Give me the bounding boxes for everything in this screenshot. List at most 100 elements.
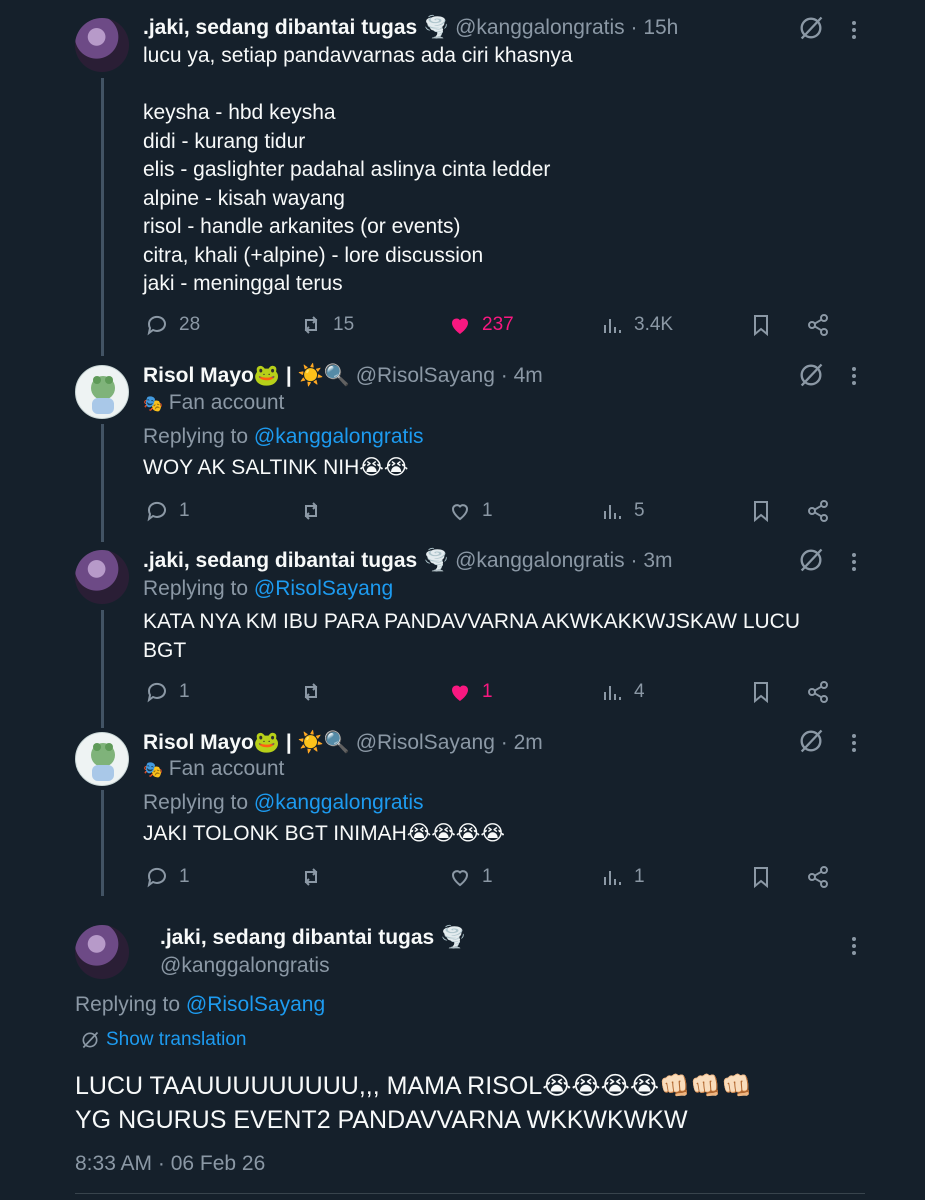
mention-link[interactable]: @RisolSayang: [254, 577, 393, 600]
tweet-line: didi - kurang tidur: [143, 129, 306, 153]
grok-icon[interactable]: [797, 361, 825, 389]
reply-button[interactable]: 1: [145, 677, 190, 707]
replying-to: Replying to @RisolSayang: [143, 576, 393, 602]
thread-line: [101, 424, 104, 542]
mention-link[interactable]: @kanggalongratis: [254, 791, 424, 814]
post-time[interactable]: · 2m: [501, 731, 543, 754]
repost-button[interactable]: [299, 677, 333, 707]
heart-icon: [451, 504, 469, 521]
avatar[interactable]: [75, 550, 129, 604]
avatar[interactable]: [75, 365, 129, 419]
like-count: 1: [482, 681, 493, 702]
more-options-icon[interactable]: [844, 729, 864, 757]
reply-icon: [147, 867, 166, 888]
user-handle[interactable]: @kanggalongratis: [455, 549, 625, 572]
reply-icon: [147, 501, 166, 522]
tweet-line: lucu ya, setiap pandavvarnas ada ciri kh…: [143, 44, 573, 67]
more-options-icon[interactable]: [844, 16, 864, 44]
display-name[interactable]: Risol Mayo🐸 | ☀️🔍: [143, 731, 350, 754]
tweet-text: WOY AK SALTINK NIH😭😭: [143, 454, 843, 483]
replying-prefix: Replying to: [143, 425, 254, 448]
repost-button[interactable]: [299, 862, 333, 892]
bookmark-icon[interactable]: [749, 499, 773, 523]
display-name[interactable]: Risol Mayo🐸 | ☀️🔍: [143, 364, 350, 387]
like-button[interactable]: 1: [448, 862, 493, 892]
share-icon[interactable]: [806, 680, 830, 704]
replying-to: Replying to @kanggalongratis: [143, 790, 424, 816]
repost-button[interactable]: 15: [299, 310, 354, 340]
grok-icon[interactable]: [797, 727, 825, 755]
more-options-icon[interactable]: [844, 932, 864, 960]
like-button[interactable]: 237: [448, 310, 514, 340]
views-button[interactable]: 4: [600, 677, 645, 707]
avatar[interactable]: [75, 925, 129, 979]
tweet-line: JAKI TOLONK BGT INIMAH😭😭😭😭: [143, 822, 505, 845]
reply-button[interactable]: 28: [145, 310, 200, 340]
bookmark-icon[interactable]: [749, 865, 773, 889]
user-handle[interactable]: @kanggalongratis: [455, 16, 625, 39]
tweet-line: elis - gaslighter padahal aslinya cinta …: [143, 158, 551, 181]
tweet-actions: 28 15 237 3.4K: [143, 310, 843, 340]
replying-prefix: Replying to: [143, 791, 254, 814]
like-button[interactable]: 1: [448, 677, 493, 707]
tweet-line: citra, khali (+alpine) - lore discussion: [143, 243, 484, 267]
tweet-actions: 1 1 1: [143, 862, 843, 892]
mask-icon: 🎭: [143, 396, 163, 413]
label-text: Fan account: [168, 757, 285, 780]
view-count: 5: [634, 500, 645, 521]
reply-count: 28: [179, 314, 201, 335]
mention-link[interactable]: @RisolSayang: [186, 993, 325, 1016]
reply-button[interactable]: 1: [145, 496, 190, 526]
display-name[interactable]: .jaki, sedang dibantai tugas 🌪️: [143, 16, 449, 39]
translate-icon: [82, 1031, 99, 1049]
analytics-icon: [604, 871, 621, 885]
avatar[interactable]: [75, 18, 129, 72]
frog-avatar-icon: [91, 376, 115, 414]
share-icon[interactable]: [806, 313, 830, 337]
tweet-text: KATA NYA KM IBU PARA PANDAVVARNA AKWKAKK…: [143, 608, 843, 665]
reply-button[interactable]: 1: [145, 862, 190, 892]
tweet-line: WOY AK SALTINK NIH😭😭: [143, 456, 409, 479]
repost-icon: [304, 683, 318, 701]
bookmark-icon[interactable]: [749, 313, 773, 337]
repost-icon: [304, 316, 318, 334]
share-icon[interactable]: [806, 865, 830, 889]
grok-icon[interactable]: [797, 14, 825, 42]
user-handle[interactable]: @kanggalongratis: [160, 953, 466, 979]
display-name[interactable]: .jaki, sedang dibantai tugas 🌪️: [143, 549, 449, 572]
display-name[interactable]: .jaki, sedang dibantai tugas 🌪️: [160, 925, 466, 951]
tweet-line: alpine - kisah wayang: [143, 186, 345, 210]
mask-icon: 🎭: [143, 762, 163, 779]
more-options-icon[interactable]: [844, 362, 864, 390]
fan-account-label: 🎭 Fan account: [143, 756, 284, 784]
avatar[interactable]: [75, 732, 129, 786]
post-time[interactable]: · 4m: [501, 364, 543, 387]
user-handle[interactable]: @RisolSayang: [356, 731, 495, 754]
tweet-line: KATA NYA KM IBU PARA PANDAVVARNA AKWKAKK…: [143, 610, 800, 633]
reply-count: 1: [179, 681, 190, 702]
like-button[interactable]: 1: [448, 496, 493, 526]
replying-prefix: Replying to: [143, 577, 254, 600]
divider: [75, 1193, 865, 1194]
post-time[interactable]: · 15h: [631, 16, 679, 39]
user-handle[interactable]: @RisolSayang: [356, 364, 495, 387]
grok-icon[interactable]: [797, 546, 825, 574]
tweet-line: risol - handle arkanites (or events): [143, 215, 461, 238]
views-button[interactable]: 1: [600, 862, 645, 892]
tweet-line: YG NGURUS EVENT2 PANDAVVARNA WKKWKWKW: [75, 1106, 688, 1134]
views-button[interactable]: 3.4K: [600, 310, 673, 340]
post-time[interactable]: · 3m: [631, 549, 673, 572]
reply-count: 1: [179, 866, 190, 887]
analytics-icon: [604, 686, 621, 700]
show-translation-button[interactable]: Show translation: [80, 1029, 246, 1051]
views-button[interactable]: 5: [600, 496, 645, 526]
mention-link[interactable]: @kanggalongratis: [254, 425, 424, 448]
share-icon[interactable]: [806, 499, 830, 523]
more-options-icon[interactable]: [844, 548, 864, 576]
replying-prefix: Replying to: [75, 993, 186, 1016]
repost-button[interactable]: [299, 496, 333, 526]
bookmark-icon[interactable]: [749, 680, 773, 704]
timestamp[interactable]: 8:33 AM · 06 Feb 26: [75, 1151, 265, 1177]
repost-icon: [304, 868, 318, 886]
repost-count: 15: [333, 314, 355, 335]
